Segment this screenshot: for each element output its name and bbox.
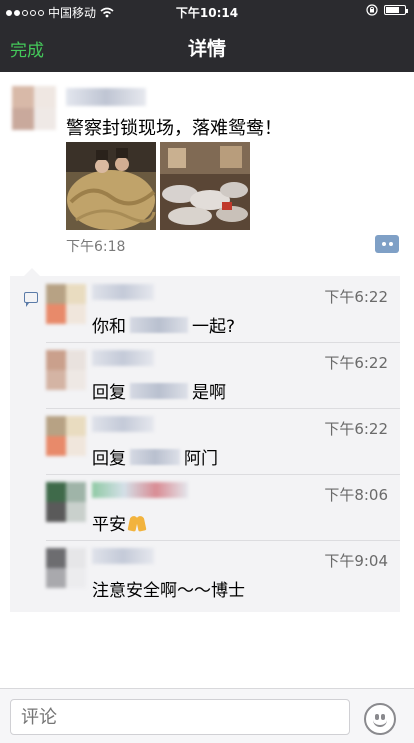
comment-row[interactable]: 下午8:06 平安 (10, 474, 400, 540)
avatar[interactable] (46, 482, 86, 522)
comment-input-bar (0, 688, 414, 743)
post-photo-1[interactable] (66, 142, 156, 230)
mention-blurred (130, 382, 188, 399)
post-photo-2[interactable] (160, 142, 250, 230)
commenter-name-blurred[interactable] (92, 482, 188, 498)
post-time: 下午6:18 (66, 239, 126, 255)
battery-icon (384, 5, 408, 15)
comment-time: 下午8:06 (324, 486, 388, 504)
divider (46, 408, 400, 409)
avatar[interactable] (46, 350, 86, 390)
comment-text: 注意安全啊～～博士 (92, 581, 245, 601)
comment-row[interactable]: 下午6:22 回复 阿门 (10, 408, 400, 474)
mention-blurred (130, 448, 180, 465)
divider (46, 540, 400, 541)
comments-panel: 下午6:22 你和 一起? 下午6:22 回复 是啊 下午6:22 回复 阿门 … (10, 268, 400, 612)
author-name-blurred[interactable] (66, 88, 146, 106)
commenter-name-blurred[interactable] (92, 350, 154, 366)
comment-row[interactable]: 下午6:22 你和 一起? (10, 276, 400, 342)
divider (46, 474, 400, 475)
more-dots-icon[interactable] (375, 235, 399, 253)
comment-text: 回复 是啊 (92, 382, 226, 403)
commenter-name-blurred[interactable] (92, 416, 154, 432)
nav-bar: 完成 详情 (0, 22, 414, 72)
comment-text: 平安 (92, 510, 146, 535)
praying-hands-icon (128, 514, 146, 532)
commenter-name-blurred[interactable] (92, 284, 154, 300)
comment-time: 下午6:22 (324, 288, 388, 306)
comment-time: 下午6:22 (324, 354, 388, 372)
status-bar: 中国移动 下午10:14 (0, 0, 414, 22)
mention-blurred (130, 316, 188, 333)
avatar[interactable] (46, 284, 86, 324)
comment-input[interactable] (10, 699, 350, 735)
comment-row[interactable]: 下午6:22 回复 是啊 (10, 342, 400, 408)
orientation-lock-icon (366, 4, 378, 16)
divider (46, 342, 400, 343)
avatar[interactable] (12, 86, 56, 130)
status-time: 下午10:14 (175, 6, 239, 20)
emoji-icon[interactable] (364, 703, 396, 735)
comment-text: 你和 一起? (92, 316, 236, 337)
comment-time: 下午9:04 (324, 552, 388, 570)
avatar[interactable] (46, 416, 86, 456)
comment-row[interactable]: 下午9:04 注意安全啊～～博士 (10, 540, 400, 606)
page-title: 详情 (187, 38, 226, 60)
comment-text: 回复 阿门 (92, 448, 218, 469)
avatar[interactable] (46, 548, 86, 588)
comment-time: 下午6:22 (324, 420, 388, 438)
post-text: 警察封锁现场，落难鸳鸯！ (66, 118, 282, 139)
screen: 中国移动 下午10:14 完成 详情 警察封锁现场，落难鸳鸯！ 下午6:18 下… (0, 0, 414, 743)
commenter-name-blurred[interactable] (92, 548, 154, 564)
